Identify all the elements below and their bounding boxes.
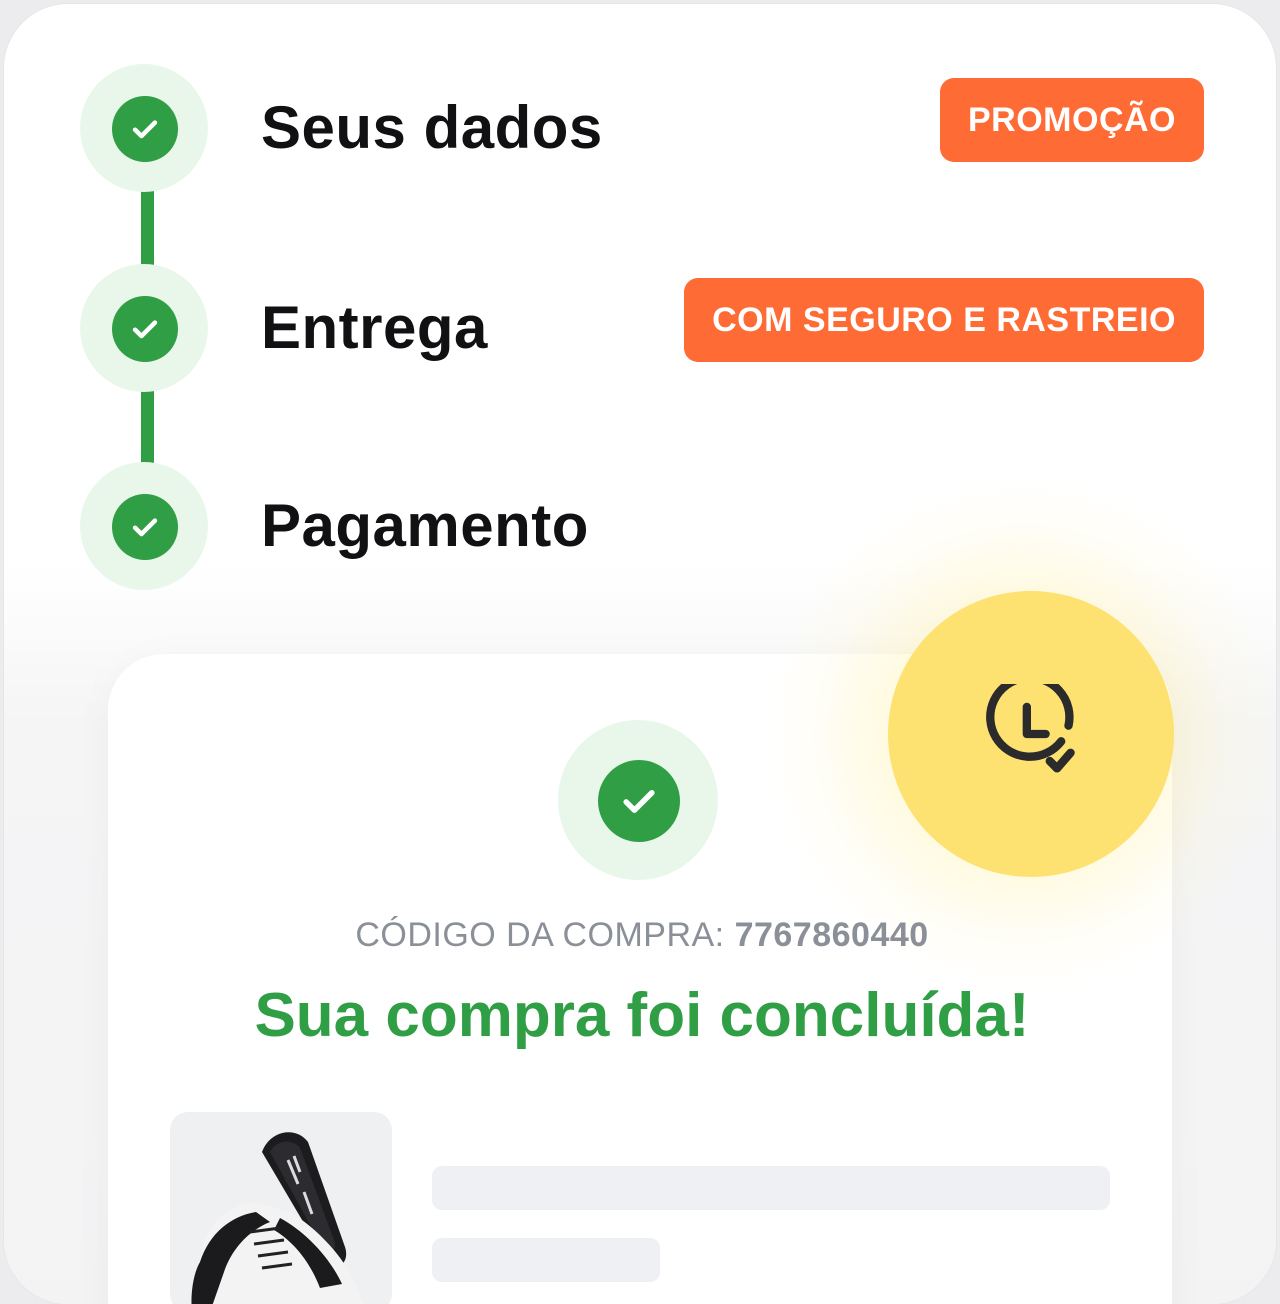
- order-code-label: CÓDIGO DA COMPRA:: [355, 916, 735, 954]
- status-badge: [888, 591, 1174, 877]
- step-entrega: Entrega COM SEGURO E RASTREIO: [80, 264, 1204, 392]
- order-code-value: 7767860440: [734, 916, 929, 954]
- shipping-badge: COM SEGURO E RASTREIO: [684, 278, 1204, 362]
- success-title: Sua compra foi concluída!: [254, 981, 1030, 1050]
- product-image: [170, 1112, 392, 1304]
- product-name-placeholder: [432, 1166, 1110, 1210]
- check-icon: [598, 760, 680, 842]
- clock-check-icon: [986, 684, 1075, 773]
- product-detail-placeholder: [432, 1238, 660, 1282]
- check-icon: [112, 494, 178, 560]
- check-icon: [112, 96, 178, 162]
- order-code: CÓDIGO DA COMPRA: 7767860440: [4, 916, 1276, 955]
- step-label: Pagamento: [261, 492, 589, 559]
- step-seus-dados: Seus dados PROMOÇÃO: [80, 64, 1204, 192]
- step-label: Seus dados: [261, 94, 603, 161]
- promo-badge: PROMOÇÃO: [940, 78, 1204, 162]
- step-label: Entrega: [261, 294, 488, 361]
- sneaker-image: [191, 1132, 364, 1304]
- checkout-card: Seus dados PROMOÇÃO Entrega COM SEGURO E…: [4, 4, 1276, 1304]
- check-icon: [112, 296, 178, 362]
